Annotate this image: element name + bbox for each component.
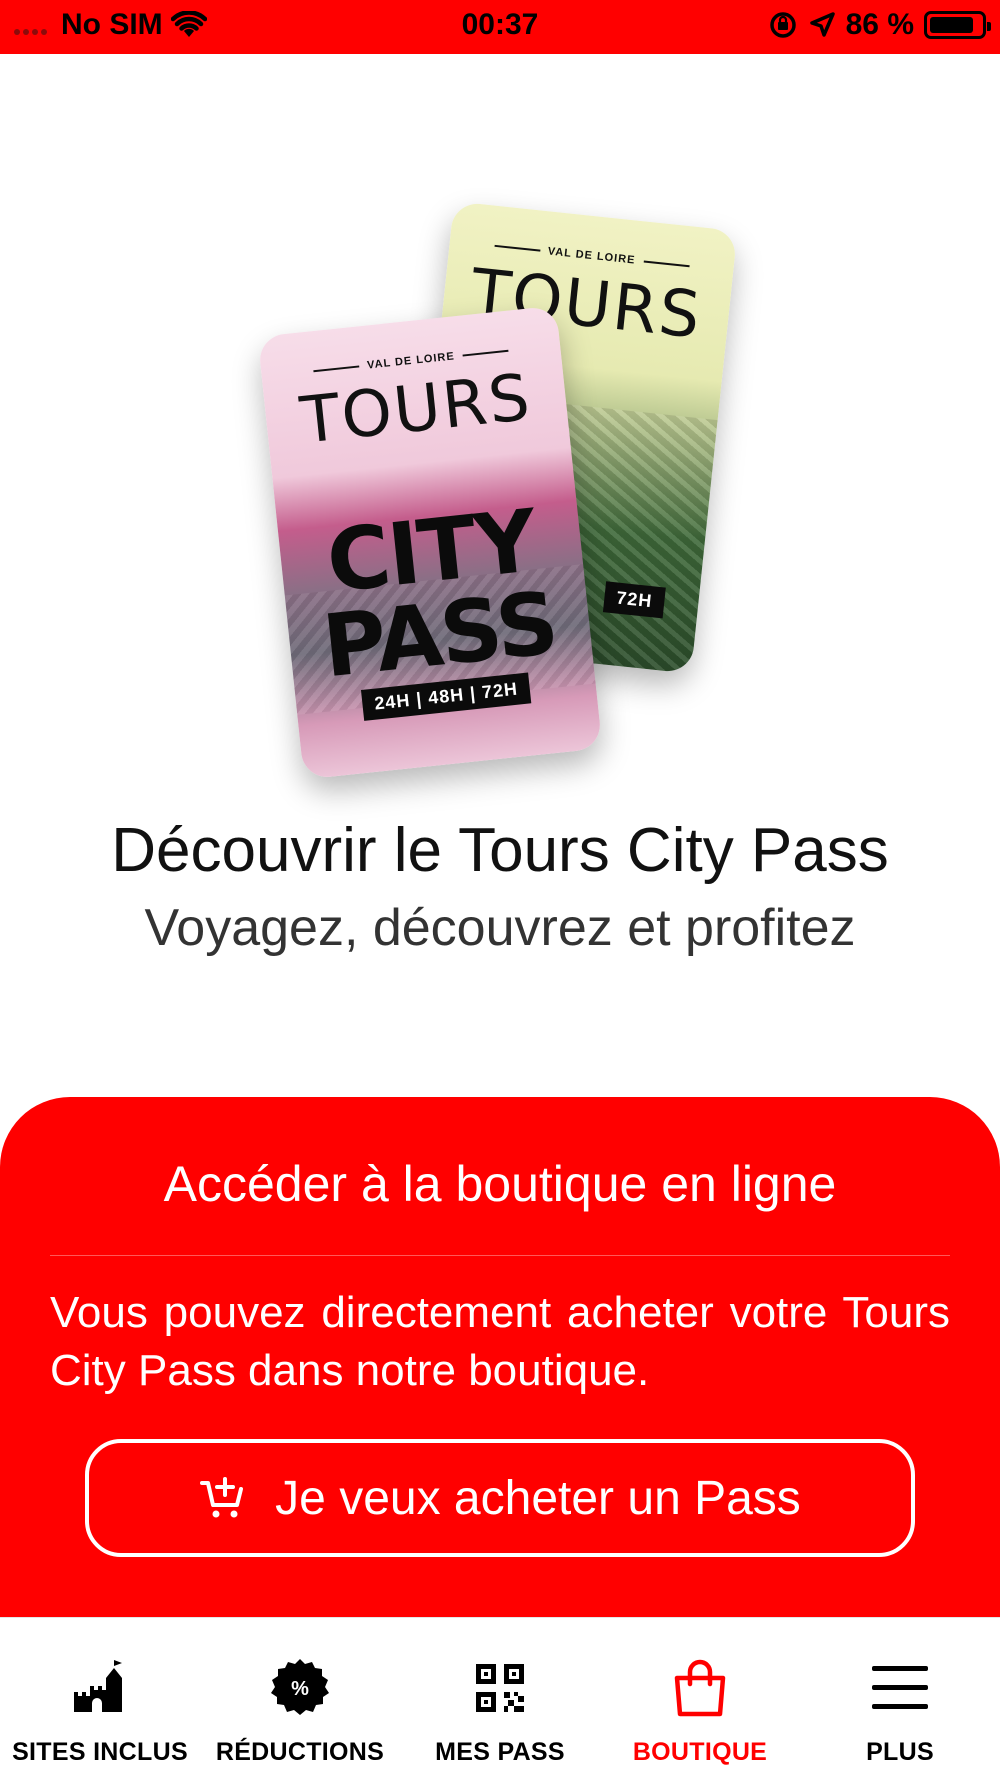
status-right: 86 % [768,8,991,42]
svg-text:%: % [291,1678,309,1700]
orientation-lock-icon [769,12,796,38]
tab-bar: SITES INCLUS % RÉDUCTIONS MES PASS BOUTI… [0,1617,1000,1778]
tab-boutique[interactable]: BOUTIQUE [600,1618,800,1778]
pass-illustration: VAL DE LOIRE TOURS 72H VAL DE LOIRE TOUR… [250,201,770,780]
tab-mes-pass[interactable]: MES PASS [400,1618,600,1778]
tab-label: PLUS [866,1738,934,1766]
page-subtitle: Voyagez, découvrez et profitez [144,899,856,957]
location-arrow-icon [809,12,835,37]
page-title: Découvrir le Tours City Pass [111,816,889,885]
buy-pass-button[interactable]: Je veux acheter un Pass [85,1439,915,1557]
divider [50,1255,950,1256]
card-city-pass: CITY PASS [277,491,593,697]
tab-label: RÉDUCTIONS [215,1738,385,1766]
tab-label: BOUTIQUE [632,1738,768,1766]
tab-label: SITES INCLUS [12,1738,188,1766]
menu-icon [872,1666,928,1709]
battery-level [930,17,973,33]
shop-title: Accéder à la boutique en ligne [163,1156,837,1212]
qr-code-icon [476,1664,524,1712]
shop-description: Vous pouvez directement acheter votre To… [50,1288,950,1395]
shop-panel: Accéder à la boutique en ligne Vous pouv… [0,1097,1000,1617]
pass-card-pink: VAL DE LOIRE TOURS CITY PASS 24H | 48H |… [257,305,603,780]
buy-pass-label: Je veux acheter un Pass [275,1471,801,1525]
castle-icon [74,1660,122,1712]
battery-icon [924,11,991,39]
tab-reductions[interactable]: % RÉDUCTIONS [200,1618,400,1778]
shopping-bag-icon [674,1659,726,1717]
battery-percent: 86 % [845,8,914,41]
tab-label: MES PASS [435,1738,565,1766]
card-durations: 72H [602,581,666,619]
status-bar: No SIM 00:37 86 % [0,0,1000,54]
tab-sites-inclus[interactable]: SITES INCLUS [0,1618,200,1778]
cart-add-icon [200,1477,244,1518]
tab-plus[interactable]: PLUS [800,1618,1000,1778]
discount-badge-icon: % [271,1659,329,1715]
